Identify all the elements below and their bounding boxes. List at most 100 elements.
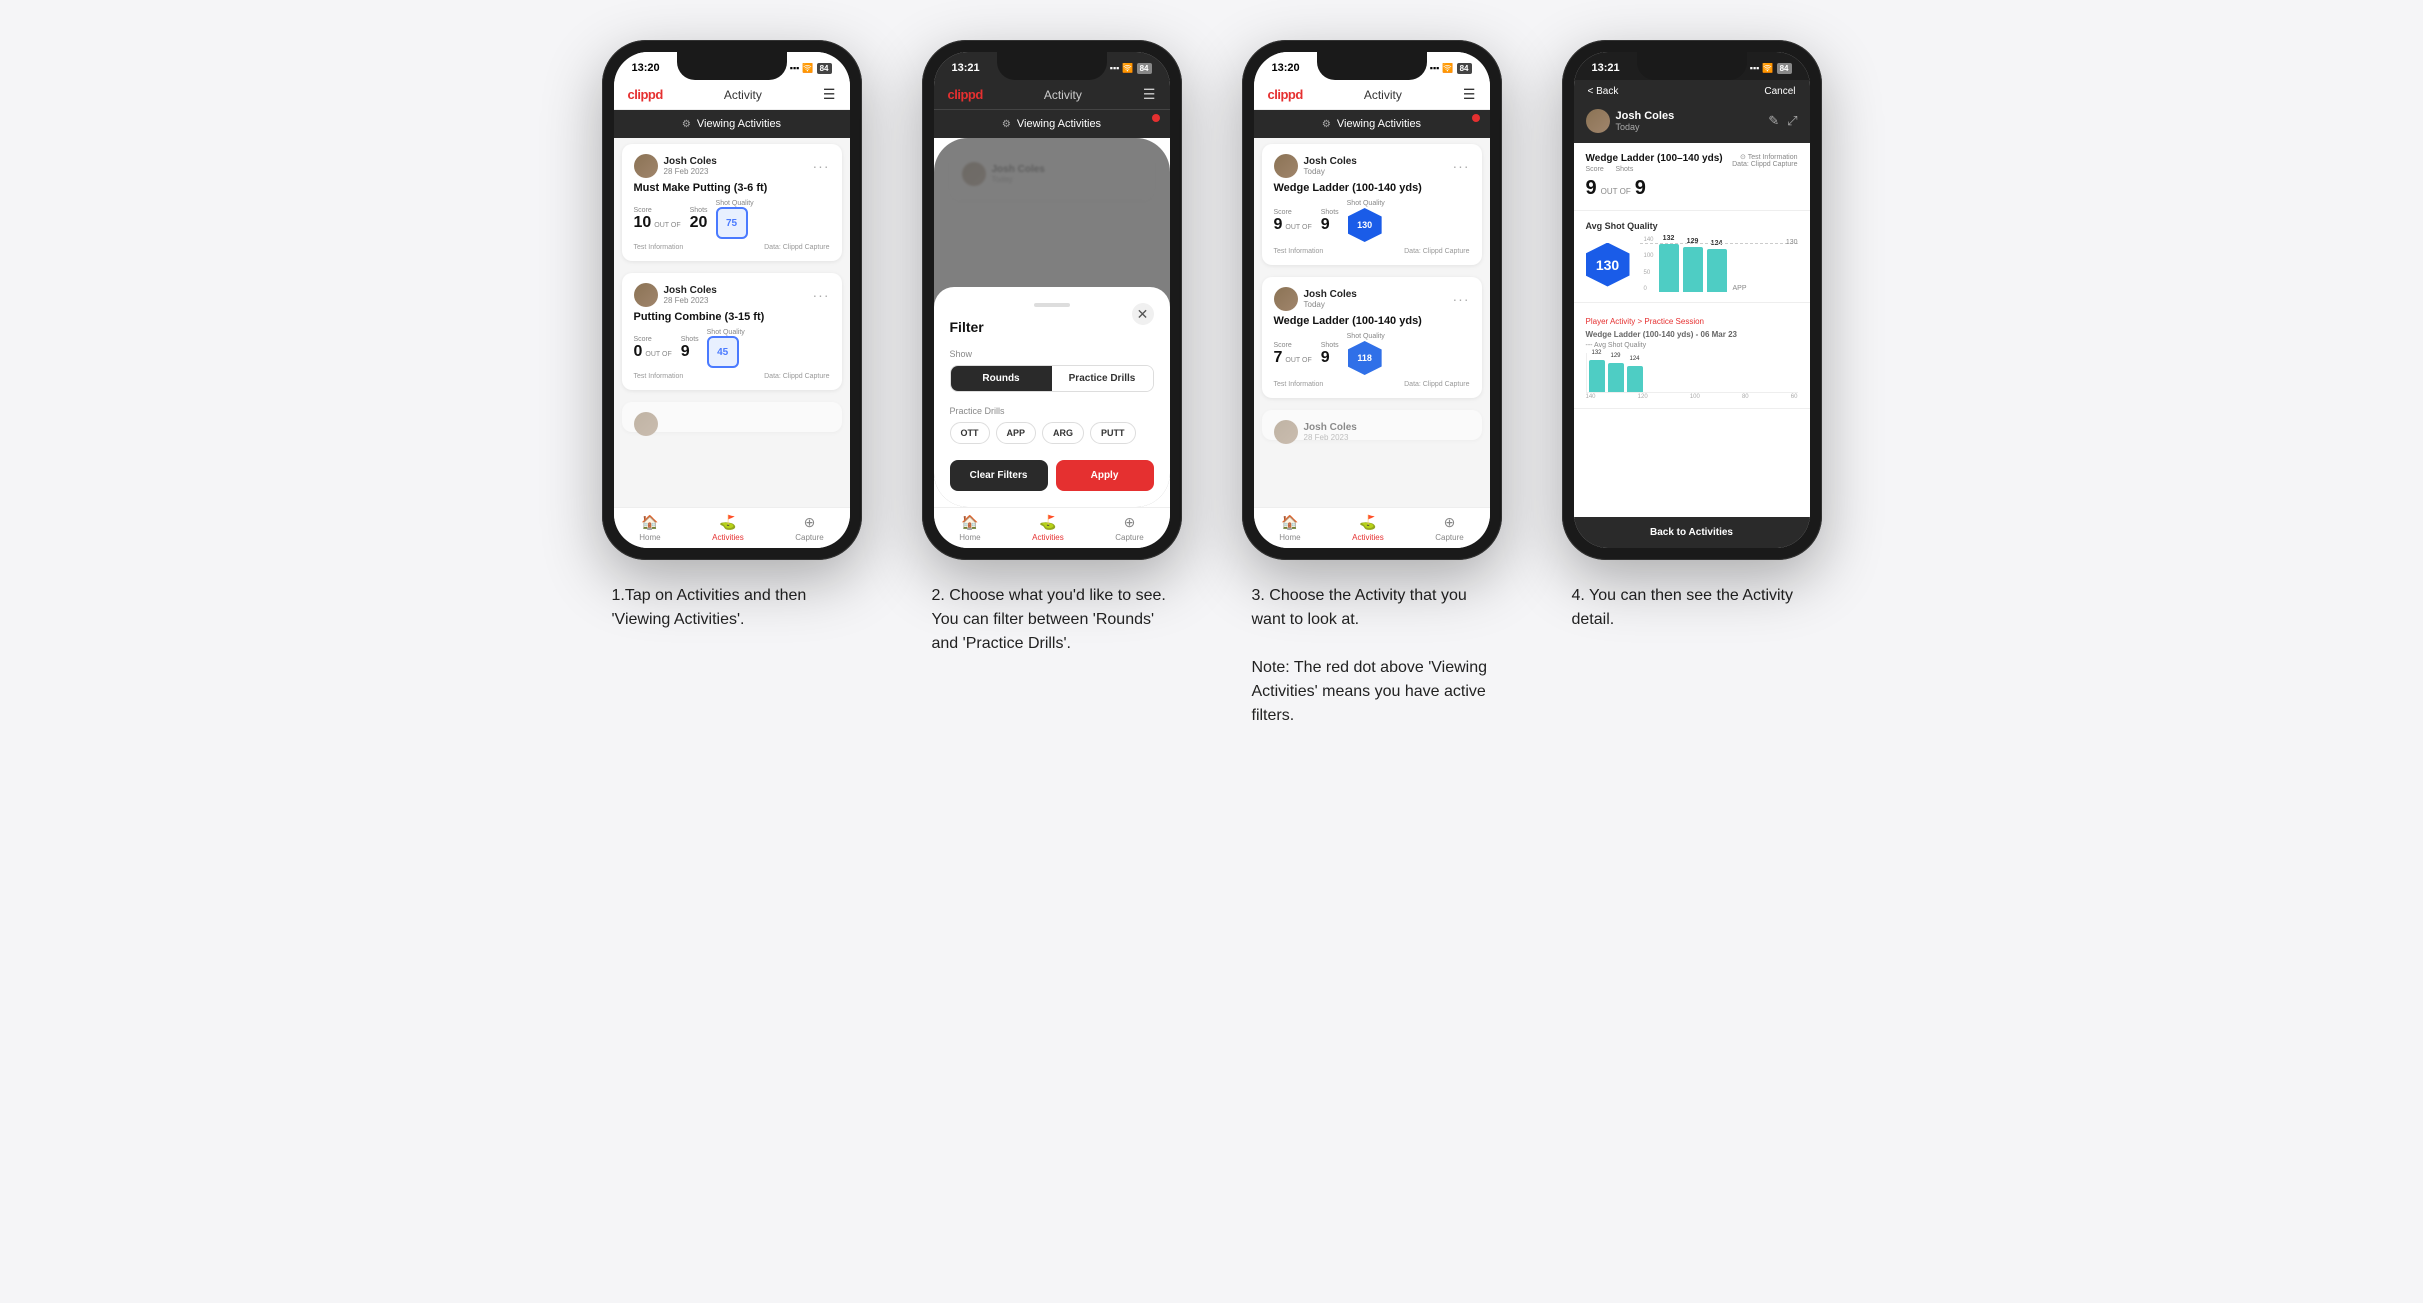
detail-content-4: Wedge Ladder (100–140 yds) Score Shots 9… [1574, 143, 1810, 517]
viewing-banner-2[interactable]: ⚙ Viewing Activities [934, 110, 1170, 138]
filter-practice-label: Practice Drills [950, 406, 1154, 416]
card-header-3-2: Josh Coles Today ··· [1274, 287, 1470, 311]
apply-button[interactable]: Apply [1056, 460, 1154, 491]
avatar-3-3 [1274, 420, 1298, 444]
session-link-label-4[interactable]: Player Activity > Practice Session [1586, 317, 1798, 326]
card-footer-3-2: Test Information Data: Clippd Capture [1274, 381, 1470, 388]
card-header-3-1: Josh Coles Today ··· [1274, 154, 1470, 178]
bottom-nav-1: 🏠 Home ⛳ Activities ⊕ Capture [614, 507, 850, 548]
hex-shape-3-2: 118 [1348, 341, 1382, 375]
expand-icon-4[interactable]: ⤢ [1787, 113, 1797, 129]
hamburger-icon-3[interactable]: ☰ [1463, 86, 1476, 103]
score-group-1-1: Score 10 OUT OF [634, 207, 682, 232]
nav-activities-label-2: Activities [1032, 533, 1064, 542]
score-outof-1-2: OUT OF [645, 351, 671, 358]
viewing-banner-1[interactable]: ⚙ Viewing Activities [614, 110, 850, 138]
card-stats-1-1: Score 10 OUT OF Shots 20 [634, 200, 830, 239]
nav-activities-1[interactable]: ⛳ Activities [712, 514, 744, 542]
user-info-3-1: Josh Coles Today [1304, 156, 1357, 176]
wifi-icon: 🛜 [802, 63, 813, 74]
bar-value-1: 132 [1663, 235, 1675, 242]
filter-pill-arg[interactable]: ARG [1042, 422, 1084, 444]
card-title-3-1: Wedge Ladder (100-140 yds) [1274, 182, 1470, 194]
user-name-3-1: Josh Coles [1304, 156, 1357, 167]
filter-pill-app[interactable]: APP [996, 422, 1037, 444]
filter-toggle-practice[interactable]: Practice Drills [1052, 366, 1153, 391]
filter-toggle-rounds[interactable]: Rounds [951, 366, 1052, 391]
phone-notch-4 [1637, 52, 1747, 80]
nav-capture-1[interactable]: ⊕ Capture [795, 514, 823, 542]
user-name-3-2: Josh Coles [1304, 289, 1357, 300]
nav-activities-3[interactable]: ⛳ Activities [1352, 514, 1384, 542]
detail-drill-section-4: Wedge Ladder (100–140 yds) Score Shots 9… [1574, 143, 1810, 211]
wifi-icon-4: 🛜 [1762, 63, 1773, 74]
bottom-nav-2: 🏠 Home ⛳ Activities ⊕ Capture [934, 507, 1170, 548]
nav-capture-label-3: Capture [1435, 533, 1463, 542]
score-value-3-1: 9 [1274, 216, 1283, 234]
activity-card-1-1[interactable]: Josh Coles 28 Feb 2023 ··· Must Make Put… [622, 144, 842, 261]
detail-user-info-4: Josh Coles Today [1586, 109, 1675, 133]
back-to-activities-button-4[interactable]: Back to Activities [1574, 517, 1810, 548]
session-bar-1: 132 [1589, 360, 1605, 392]
card-menu-1-2[interactable]: ··· [813, 287, 830, 303]
detail-score-4: 9 [1586, 177, 1597, 200]
caption-2: 2. Choose what you'd like to see. You ca… [932, 584, 1172, 656]
sq-badge-1-2: 45 [707, 336, 739, 368]
footer-data-1-1: Data: Clippd Capture [764, 244, 829, 251]
battery-icon-4: 84 [1777, 63, 1792, 74]
footer-info-1-1: Test Information [634, 244, 684, 251]
footer-info-3-2: Test Information [1274, 381, 1324, 388]
capture-icon-2: ⊕ [1124, 514, 1136, 531]
nav-home-2[interactable]: 🏠 Home [959, 514, 980, 542]
card-stats-3-2: Score 7 OUT OF Shots 9 [1274, 333, 1470, 376]
status-icons-1: ▪▪▪ 🛜 84 [790, 63, 832, 74]
activity-card-1-2[interactable]: Josh Coles 28 Feb 2023 ··· Putting Combi… [622, 273, 842, 390]
logo-3: clippd [1268, 87, 1303, 102]
filter-pill-putt[interactable]: PUTT [1090, 422, 1136, 444]
card-menu-3-1[interactable]: ··· [1453, 158, 1470, 174]
phone-4: 13:21 ▪▪▪ 🛜 84 < Back Cancel [1562, 40, 1822, 560]
edit-icon-4[interactable]: ✎ [1768, 113, 1779, 129]
card-menu-1-1[interactable]: ··· [813, 158, 830, 174]
red-dot-2 [1152, 114, 1160, 122]
hamburger-icon-2[interactable]: ☰ [1143, 86, 1156, 103]
user-text-4: Josh Coles Today [1616, 110, 1675, 132]
clear-filters-button[interactable]: Clear Filters [950, 460, 1048, 491]
nav-activities-2[interactable]: ⛳ Activities [1032, 514, 1064, 542]
user-date-3-2: Today [1304, 300, 1357, 309]
sq-label-3-2: Shot Quality [1347, 333, 1385, 340]
card-footer-1-2: Test Information Data: Clippd Capture [634, 373, 830, 380]
cancel-button-4[interactable]: Cancel [1764, 86, 1795, 97]
status-time-2: 13:21 [952, 62, 980, 74]
viewing-banner-3[interactable]: ⚙ Viewing Activities [1254, 110, 1490, 138]
card-menu-3-2[interactable]: ··· [1453, 291, 1470, 307]
shots-value-3-1: 9 [1321, 216, 1339, 234]
score-outof-3-2: OUT OF [1285, 357, 1311, 364]
home-icon-2: 🏠 [961, 514, 978, 531]
wifi-icon-3: 🛜 [1442, 63, 1453, 74]
phone-notch-2 [997, 52, 1107, 80]
nav-capture-3[interactable]: ⊕ Capture [1435, 514, 1463, 542]
nav-home-label-1: Home [639, 533, 660, 542]
hamburger-icon-1[interactable]: ☰ [823, 86, 836, 103]
back-button-4[interactable]: < Back [1588, 86, 1619, 97]
nav-activities-label-1: Activities [712, 533, 744, 542]
nav-capture-2[interactable]: ⊕ Capture [1115, 514, 1143, 542]
nav-home-3[interactable]: 🏠 Home [1279, 514, 1300, 542]
nav-home-1[interactable]: 🏠 Home [639, 514, 660, 542]
user-name-1-2: Josh Coles [664, 285, 717, 296]
activity-card-3-2[interactable]: Josh Coles Today ··· Wedge Ladder (100-1… [1262, 277, 1482, 398]
detail-user-bar-4: Josh Coles Today ✎ ⤢ [1574, 103, 1810, 143]
sq-group-1-1: Shot Quality 75 [716, 200, 754, 239]
sq-label-1-1: Shot Quality [716, 200, 754, 207]
signal-icon: ▪▪▪ [790, 63, 800, 73]
filter-pill-ott[interactable]: OTT [950, 422, 990, 444]
detail-user-name-4: Josh Coles [1616, 110, 1675, 122]
logo-1: clippd [628, 87, 663, 102]
filter-close-button[interactable]: ✕ [1132, 303, 1154, 325]
activities-icon-1: ⛳ [719, 514, 736, 531]
activity-card-3-1[interactable]: Josh Coles Today ··· Wedge Ladder (100-1… [1262, 144, 1482, 265]
score-value-row-3-1: 9 OUT OF [1274, 216, 1313, 234]
score-value-1-1: 10 [634, 214, 652, 232]
user-info-1-2: Josh Coles 28 Feb 2023 [664, 285, 717, 305]
